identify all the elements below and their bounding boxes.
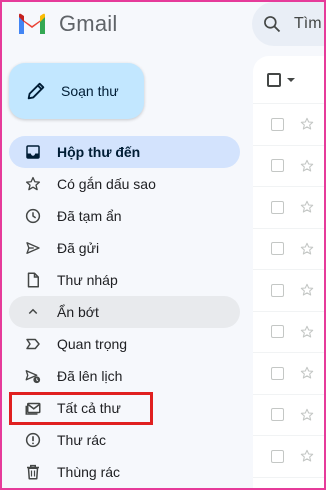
row-checkbox[interactable]	[271, 117, 284, 131]
chevron-up-icon	[28, 308, 38, 315]
row-checkbox[interactable]	[271, 408, 284, 422]
sidebar-item-label: Quan trọng	[57, 336, 128, 352]
star-icon	[25, 176, 41, 191]
app-name: Gmail	[59, 11, 118, 36]
sidebar-item-less[interactable]: Ẩn bớt	[9, 296, 240, 328]
compose-label: Soạn thư	[61, 83, 119, 99]
annotation-highlight-box	[9, 392, 153, 425]
star-icon[interactable]	[299, 407, 315, 423]
spam-icon	[25, 432, 41, 448]
select-all-checkbox[interactable]	[267, 72, 281, 87]
list-toolbar	[253, 56, 326, 104]
star-icon[interactable]	[299, 365, 315, 381]
sidebar-item-drafts[interactable]: Thư nháp	[9, 264, 240, 296]
table-row[interactable]	[253, 270, 326, 312]
sidebar-nav: Hộp thư đến Có gắn dấu sao Đã tạm ẩn Đã …	[9, 136, 240, 488]
sidebar-item-label: Có gắn dấu sao	[57, 176, 156, 192]
sidebar-item-label: Đã gửi	[57, 240, 100, 256]
row-checkbox[interactable]	[271, 449, 284, 463]
search-input[interactable]: Tìm	[294, 15, 322, 33]
search-bar[interactable]: Tìm	[252, 2, 326, 46]
sidebar-item-important[interactable]: Quan trọng	[9, 328, 240, 360]
star-icon[interactable]	[299, 448, 315, 464]
sidebar-item-trash[interactable]: Thùng rác	[9, 456, 240, 488]
row-checkbox[interactable]	[271, 366, 284, 380]
trash-icon	[27, 464, 39, 480]
draft-icon	[27, 272, 39, 288]
table-row[interactable]	[253, 229, 326, 270]
sidebar-item-sent[interactable]: Đã gửi	[9, 232, 240, 264]
star-icon[interactable]	[299, 199, 315, 215]
sidebar-item-snoozed[interactable]: Đã tạm ẩn	[9, 200, 240, 232]
send-icon	[26, 242, 40, 254]
important-icon	[26, 338, 40, 350]
star-icon[interactable]	[299, 158, 315, 174]
search-icon[interactable]	[262, 14, 282, 34]
sidebar-item-inbox[interactable]: Hộp thư đến	[9, 136, 240, 168]
star-icon[interactable]	[299, 241, 315, 257]
table-row[interactable]	[253, 187, 326, 229]
star-icon[interactable]	[299, 324, 315, 340]
sidebar-item-label: Ẩn bớt	[57, 304, 99, 320]
row-checkbox[interactable]	[271, 242, 284, 256]
inbox-icon	[26, 145, 40, 159]
table-row[interactable]	[253, 436, 326, 478]
table-row[interactable]	[253, 353, 326, 395]
scheduled-send-icon	[25, 370, 41, 384]
sidebar-item-starred[interactable]: Có gắn dấu sao	[9, 168, 240, 200]
gmail-logo[interactable]: Gmail	[17, 10, 117, 38]
select-dropdown-icon[interactable]	[287, 77, 295, 82]
sidebar-item-label: Đã lên lịch	[57, 368, 123, 384]
row-checkbox[interactable]	[271, 200, 284, 214]
row-checkbox[interactable]	[271, 325, 284, 339]
table-row[interactable]	[253, 146, 326, 187]
pencil-icon	[27, 82, 45, 100]
sidebar-item-spam[interactable]: Thư rác	[9, 424, 240, 456]
row-checkbox[interactable]	[271, 159, 284, 173]
table-row[interactable]	[253, 395, 326, 436]
mail-list	[253, 56, 326, 490]
row-checkbox[interactable]	[271, 283, 284, 297]
star-icon[interactable]	[299, 116, 315, 132]
compose-button[interactable]: Soạn thư	[9, 63, 144, 119]
sidebar-item-label: Thùng rác	[57, 464, 121, 480]
clock-icon	[25, 208, 41, 224]
table-row[interactable]	[253, 312, 326, 353]
sidebar-item-label: Đã tạm ẩn	[57, 208, 122, 224]
gmail-m-icon	[19, 13, 45, 34]
table-row[interactable]	[253, 104, 326, 146]
star-icon[interactable]	[299, 282, 315, 298]
sidebar-item-label: Hộp thư đến	[57, 144, 141, 160]
sidebar-item-label: Thư rác	[57, 432, 107, 448]
sidebar-item-label: Thư nháp	[57, 272, 118, 288]
sidebar-item-scheduled[interactable]: Đã lên lịch	[9, 360, 240, 392]
